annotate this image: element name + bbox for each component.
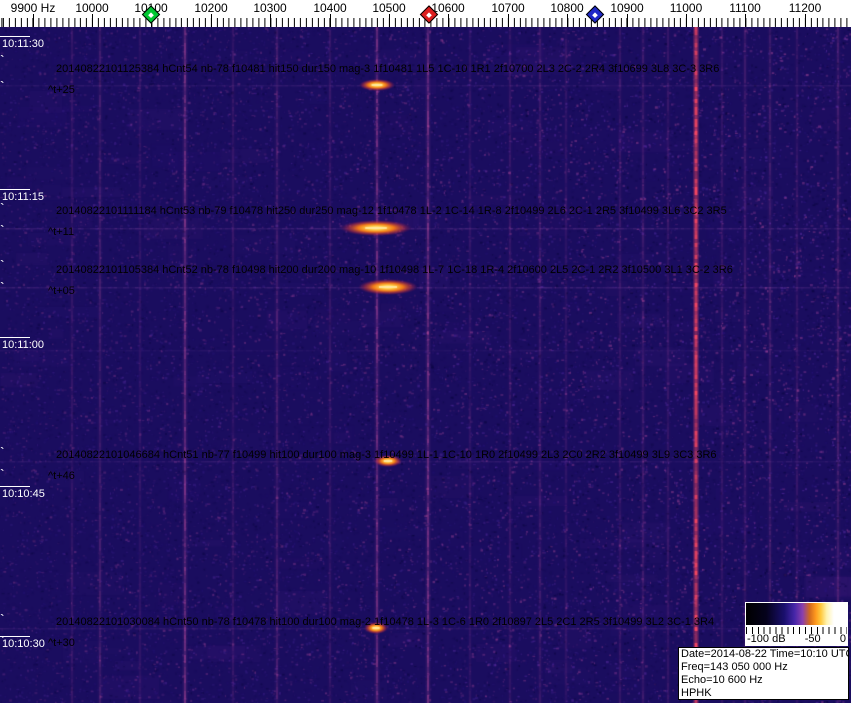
intensity-scale: -100 dB -50 0: [745, 602, 848, 646]
event-time-offset: ^t+25: [48, 84, 75, 96]
axis-label: 10500: [372, 1, 406, 15]
edge-mark: `: [0, 279, 5, 295]
event-time-offset: ^t+46: [48, 470, 75, 482]
time-label: 10:11:00: [2, 339, 45, 351]
axis-label: 11100: [729, 1, 761, 15]
axis-major-tick: [508, 14, 509, 27]
spectrogram-app-window: 9900 Hz100001010010200103001040010500106…: [0, 0, 851, 703]
time-label: 10:11:15: [2, 191, 45, 203]
time-tick: [0, 486, 30, 487]
axis-label: 10400: [313, 1, 347, 15]
edge-mark: `: [0, 611, 5, 627]
edge-mark: `: [0, 78, 5, 94]
edge-mark: `: [0, 257, 5, 273]
axis-major-tick: [448, 14, 449, 27]
time-tick: [0, 337, 30, 338]
axis-major-tick: [211, 14, 212, 27]
event-time-offset: ^t+30: [48, 637, 75, 649]
axis-major-tick: [389, 14, 390, 27]
scale-label-mid: -50: [804, 633, 821, 645]
axis-label: 10200: [194, 1, 228, 15]
axis-label: 10300: [253, 1, 287, 15]
intensity-scale-ruler: -100 dB -50 0: [745, 626, 848, 646]
edge-mark: `: [0, 200, 5, 216]
status-info-box: Date=2014-08-22 Time=10:10 UTC Freq=143 …: [678, 647, 849, 700]
edge-mark: `: [0, 633, 5, 649]
event-time-offset: ^t+05: [48, 285, 75, 297]
time-label: 10:10:45: [2, 488, 45, 500]
axis-label: 10900: [610, 1, 644, 15]
axis-label: 11200: [788, 1, 822, 15]
axis-major-tick: [33, 14, 34, 27]
axis-label: 10700: [491, 1, 525, 15]
scale-label-max: 0: [839, 633, 846, 645]
time-tick: [0, 36, 30, 37]
axis-major-tick: [567, 14, 568, 27]
axis-major-tick: [686, 14, 687, 27]
axis-major-tick: [745, 14, 746, 27]
axis-label: 9900 Hz: [10, 1, 56, 15]
intensity-gradient-bar: [745, 602, 848, 626]
event-log-line: 20140822101030084 hCnt50 nb-78 f10478 hi…: [56, 616, 715, 628]
spectrogram-canvas: [0, 27, 851, 703]
event-log-line: 20140822101046684 hCnt51 nb-77 f10499 hi…: [56, 449, 717, 461]
edge-mark: `: [0, 222, 5, 238]
info-date-time: Date=2014-08-22 Time=10:10 UTC: [681, 648, 849, 660]
info-frequency: Freq=143 050 000 Hz: [681, 661, 788, 673]
edge-mark: `: [0, 444, 5, 460]
axis-major-tick: [270, 14, 271, 27]
info-echo: Echo=10 600 Hz: [681, 674, 763, 686]
event-time-offset: ^t+11: [48, 226, 75, 238]
axis-major-tick: [92, 14, 93, 27]
event-log-line: 20140822101125384 hCnt54 nb-78 f10481 hi…: [56, 63, 720, 75]
edge-mark: `: [0, 52, 5, 68]
edge-mark: `: [0, 466, 5, 482]
axis-major-tick: [627, 14, 628, 27]
event-log-line: 20140822101105384 hCnt52 nb-78 f10498 hi…: [56, 264, 733, 276]
axis-label: 10000: [75, 1, 109, 15]
axis-major-tick: [330, 14, 331, 27]
time-tick: [0, 189, 30, 190]
axis-major-tick: [805, 14, 806, 27]
time-label: 10:11:30: [2, 38, 45, 50]
frequency-axis: 9900 Hz100001010010200103001040010500106…: [0, 0, 851, 27]
scale-label-min: -100 dB: [747, 633, 786, 645]
info-station: HPHK: [681, 687, 712, 699]
axis-label: 11000: [669, 1, 703, 15]
time-label: 10:10:30: [2, 638, 45, 650]
axis-label: 10800: [550, 1, 584, 15]
event-log-line: 20140822101111184 hCnt53 nb-79 f10478 hi…: [56, 205, 727, 217]
